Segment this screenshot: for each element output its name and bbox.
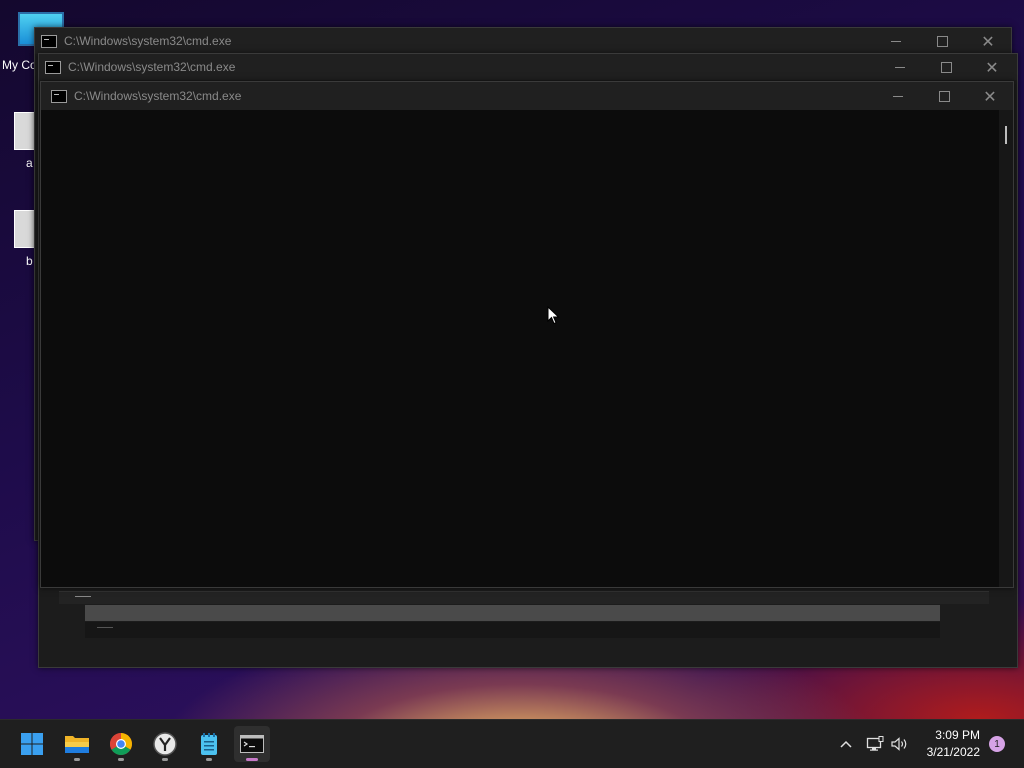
terminal-icon <box>240 735 264 753</box>
vertical-scrollbar[interactable] <box>999 110 1013 587</box>
desktop-icon-label-a: a <box>26 156 33 170</box>
taskbar-yandex-browser[interactable] <box>147 726 183 762</box>
scrollbar-thumb[interactable] <box>1005 126 1007 144</box>
network-icon[interactable] <box>866 736 884 752</box>
minimize-button[interactable] <box>877 54 923 80</box>
desktop-icon-label-my-computer: My Co <box>2 58 37 72</box>
cmd-icon <box>45 60 61 74</box>
close-button[interactable]: ✕ <box>967 82 1013 110</box>
taskbar-cmd[interactable] <box>234 726 270 762</box>
start-button[interactable] <box>14 726 50 762</box>
cmd-window-3[interactable]: C:\Windows\system32\cmd.exe ✕ <box>40 81 1014 588</box>
ghost-window-strip-2 <box>85 622 940 638</box>
ghost-window-strip <box>59 591 989 604</box>
running-indicator <box>162 758 168 761</box>
running-indicator <box>246 758 258 761</box>
taskbar-notepad[interactable] <box>191 726 227 762</box>
maximize-button[interactable] <box>921 82 967 110</box>
chrome-icon <box>110 733 132 755</box>
close-button[interactable]: ✕ <box>965 28 1011 54</box>
chevron-up-icon[interactable] <box>838 736 854 752</box>
running-indicator <box>118 758 124 761</box>
running-indicator <box>206 758 212 761</box>
minimize-button[interactable] <box>875 82 921 110</box>
console-area[interactable] <box>41 110 1013 587</box>
maximize-button[interactable] <box>919 28 965 54</box>
taskbar-file-explorer[interactable] <box>59 726 95 762</box>
mouse-cursor-icon <box>547 306 560 325</box>
minimize-button[interactable] <box>873 28 919 54</box>
cmd-icon <box>41 34 57 48</box>
window-title: C:\Windows\system32\cmd.exe <box>74 89 242 103</box>
yandex-icon <box>153 732 177 756</box>
taskbar-chrome[interactable] <box>103 726 139 762</box>
notepad-icon <box>201 733 217 755</box>
taskbar-clock[interactable]: 3:09 PM 3/21/2022 <box>927 727 980 761</box>
folder-icon <box>65 736 89 753</box>
desktop-icon-label-b: b <box>26 254 33 268</box>
window-title: C:\Windows\system32\cmd.exe <box>64 34 232 48</box>
taskbar: 3:09 PM 3/21/2022 1 <box>0 719 1024 768</box>
clock-date: 3/21/2022 <box>926 745 980 759</box>
close-button[interactable]: ✕ <box>969 54 1015 80</box>
windows-logo-icon <box>21 733 43 755</box>
title-bar[interactable]: C:\Windows\system32\cmd.exe ✕ <box>39 54 1017 80</box>
title-bar[interactable]: C:\Windows\system32\cmd.exe ✕ <box>35 28 1011 54</box>
cmd-icon <box>51 89 67 103</box>
volume-icon[interactable] <box>890 736 910 752</box>
window-title: C:\Windows\system32\cmd.exe <box>68 60 236 74</box>
ghost-window-bar <box>85 605 940 621</box>
clock-time: 3:09 PM <box>935 728 980 742</box>
title-bar[interactable]: C:\Windows\system32\cmd.exe ✕ <box>41 82 1013 110</box>
notification-badge[interactable]: 1 <box>989 736 1005 752</box>
running-indicator <box>74 758 80 761</box>
maximize-button[interactable] <box>923 54 969 80</box>
